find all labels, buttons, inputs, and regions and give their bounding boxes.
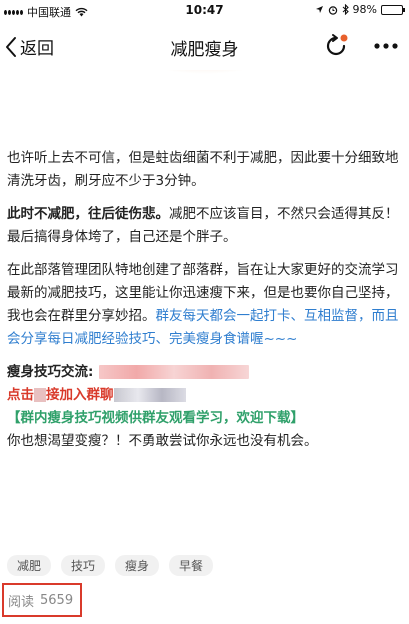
- alarm-icon: [328, 5, 337, 15]
- status-right: 98%: [315, 3, 405, 16]
- read-number: 5659: [40, 592, 74, 608]
- read-count: 阅读 5659: [2, 583, 82, 617]
- contact-line: 瘦身技巧交流:: [7, 361, 404, 384]
- closing-line: 你也想渴望变瘦？！不勇敢尝试你永远也没有机会。: [7, 433, 318, 449]
- battery-percent: 98%: [352, 3, 377, 16]
- tag-item[interactable]: 减肥: [7, 555, 52, 576]
- article-image: [0, 70, 409, 136]
- paragraph-2: 此时不减肥，往后徒伤悲。减肥不应该盲目，不然只会适得其反！最后搞得身体垮了，自己…: [7, 203, 404, 249]
- more-icon[interactable]: [372, 36, 400, 56]
- tag-item[interactable]: 技巧: [61, 555, 106, 576]
- tag-list: 减肥 技巧 瘦身 早餐: [7, 555, 214, 576]
- read-label: 阅读: [8, 594, 35, 610]
- paragraph-1: 也许听上去不可信，但是蛀齿细菌不利于减肥，因此要十分细致地清洗牙齿，刷牙应不少于…: [7, 150, 399, 189]
- paragraph-3: 在此部落管理团队特地创建了部落群，旨在让大家更好的交流学习最新的减肥技巧，这里能…: [7, 259, 404, 351]
- blurred-link: [113, 388, 186, 402]
- location-icon: [315, 6, 323, 13]
- tag-item[interactable]: 早餐: [169, 555, 214, 576]
- paragraph-2-bold: 此时不减肥，往后徒伤悲。: [7, 206, 169, 222]
- status-bar: 中国联通 10:47 98%: [0, 0, 409, 20]
- join-prefix: 点击: [7, 387, 34, 403]
- video-note: 【群内瘦身技巧视频供群友观看学习，欢迎下载】: [7, 410, 304, 426]
- article-body: 也许听上去不可信，但是蛀齿细菌不利于减肥，因此要十分细致地清洗牙齿，刷牙应不少于…: [7, 147, 404, 463]
- bluetooth-icon: [342, 4, 349, 15]
- tag-item[interactable]: 瘦身: [115, 555, 160, 576]
- blurred-char: [34, 388, 46, 402]
- nav-bar: 返回 减肥瘦身: [0, 22, 409, 70]
- blurred-contact-id: [99, 365, 250, 379]
- battery-icon: [381, 4, 405, 15]
- refresh-icon[interactable]: [322, 32, 350, 60]
- contact-label: 瘦身技巧交流:: [7, 364, 94, 380]
- join-text: 接加入群聊: [46, 387, 114, 403]
- join-group-link[interactable]: 点击 接加入群聊: [7, 384, 404, 407]
